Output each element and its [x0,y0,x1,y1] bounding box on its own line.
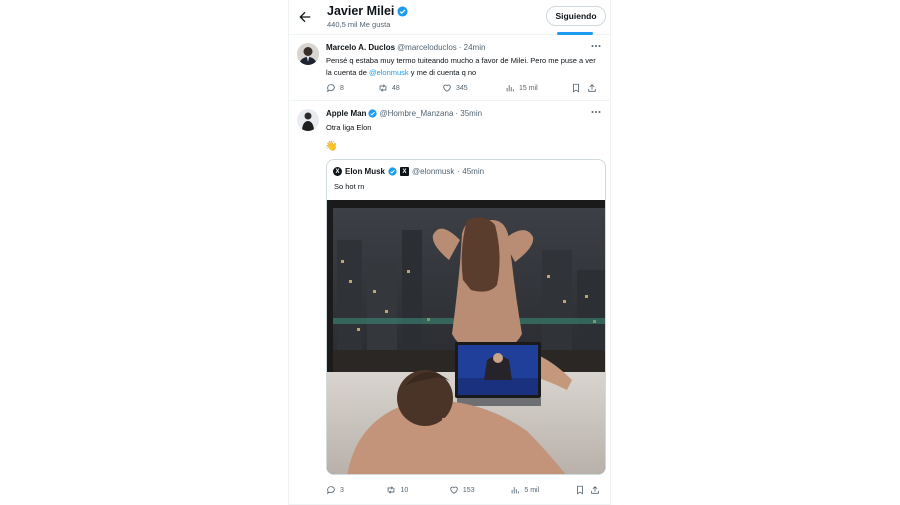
tweet-text: Otra liga Elon [326,123,372,132]
views-icon [512,487,520,494]
tweet-text-part: y me di cuenta q no [408,67,477,77]
reply-icon [326,84,335,93]
back-arrow-icon[interactable] [297,9,313,25]
avatar[interactable] [297,109,319,131]
reply-icon [326,486,335,495]
quoted-tweet-time: · 45min [457,167,485,176]
profile-name-text: Javier Milei [327,4,395,18]
verified-badge-icon [368,109,378,118]
reply-count: 8 [340,84,344,92]
x-logo-avatar-icon: X [333,167,342,176]
share-button[interactable] [587,83,601,93]
profile-name: Javier Milei [327,4,408,18]
author-handle[interactable]: @Hombre_Manzana [379,109,453,118]
quoted-tweet[interactable]: X Elon Musk X @elonmusk · 45min So hot r… [326,159,606,475]
bookmark-icon [573,83,579,93]
tweet-text: Pensé q estaba muy termo tuiteando mucho… [326,55,600,78]
heart-icon [443,84,451,92]
quoted-tweet-photo[interactable] [327,200,606,475]
views-button[interactable]: 15 mil [505,83,571,93]
retweet-button[interactable]: 10 [386,485,448,495]
author-name[interactable]: Marcelo A. Duclos [326,43,395,52]
following-button[interactable]: Siguiendo [546,6,606,26]
tweet-time[interactable]: · 35min [455,109,482,118]
author-handle[interactable]: @marceloduclos [397,43,457,52]
reply-button[interactable]: 8 [326,83,378,93]
reply-button[interactable]: 3 [326,485,386,495]
tweet-actions: 8 48 345 15 mil [326,81,604,95]
share-button[interactable] [590,485,604,495]
retweet-count: 48 [392,84,400,92]
views-count: 5 mil [524,486,540,494]
more-icon[interactable] [590,107,602,117]
avatar-image [297,109,319,131]
share-icon [591,486,600,494]
like-button[interactable]: 153 [449,485,510,495]
profile-likes-count: 440,5 mil Me gusta [327,20,391,29]
verified-badge-icon [388,167,397,176]
tweet-actions: 3 10 153 5 mil [326,483,604,497]
retweet-icon [388,486,395,494]
bookmark-button[interactable] [575,485,591,495]
views-count: 15 mil [519,84,538,92]
avatar[interactable] [297,43,319,65]
waving-hand-emoji: 👋 [325,141,338,152]
bookmark-button[interactable] [571,83,587,93]
quoted-tweet-text: So hot rn [334,182,365,191]
share-icon [588,84,596,92]
timeline-column: Javier Milei 440,5 mil Me gusta Siguiend… [288,0,611,505]
quoted-author-handle: @elonmusk [412,167,455,176]
x-affiliation-icon: X [400,167,410,176]
verified-badge-icon [397,5,408,17]
views-button[interactable]: 5 mil [510,485,574,495]
like-count: 345 [456,84,468,92]
like-button[interactable]: 345 [442,83,505,93]
quoted-author-name[interactable]: Elon Musk [345,167,385,176]
retweet-icon [379,84,387,92]
retweet-count: 10 [400,486,409,494]
more-icon[interactable] [590,41,602,51]
bookmark-icon [576,485,583,495]
tweet-header: Apple Man @Hombre_Manzana · 35min [326,109,482,118]
author-name[interactable]: Apple Man [326,109,366,118]
views-icon [506,85,514,92]
avatar-image [297,43,319,65]
tweet-header: Marcelo A. Duclos @marceloduclos · 24min [326,43,485,52]
tweet[interactable]: Marcelo A. Duclos @marceloduclos · 24min… [289,35,610,101]
retweet-button[interactable]: 48 [378,83,442,93]
profile-header: Javier Milei 440,5 mil Me gusta Siguiend… [289,0,610,35]
tweet-time[interactable]: · 24min [459,43,486,52]
mention-link[interactable]: @elonmusk [369,68,409,77]
reply-count: 3 [340,486,344,494]
tweet[interactable]: Apple Man @Hombre_Manzana · 35min Otra l… [289,101,610,505]
heart-icon [450,486,458,494]
like-count: 153 [462,486,475,494]
quoted-tweet-header: X Elon Musk X @elonmusk · 45min [333,167,484,176]
